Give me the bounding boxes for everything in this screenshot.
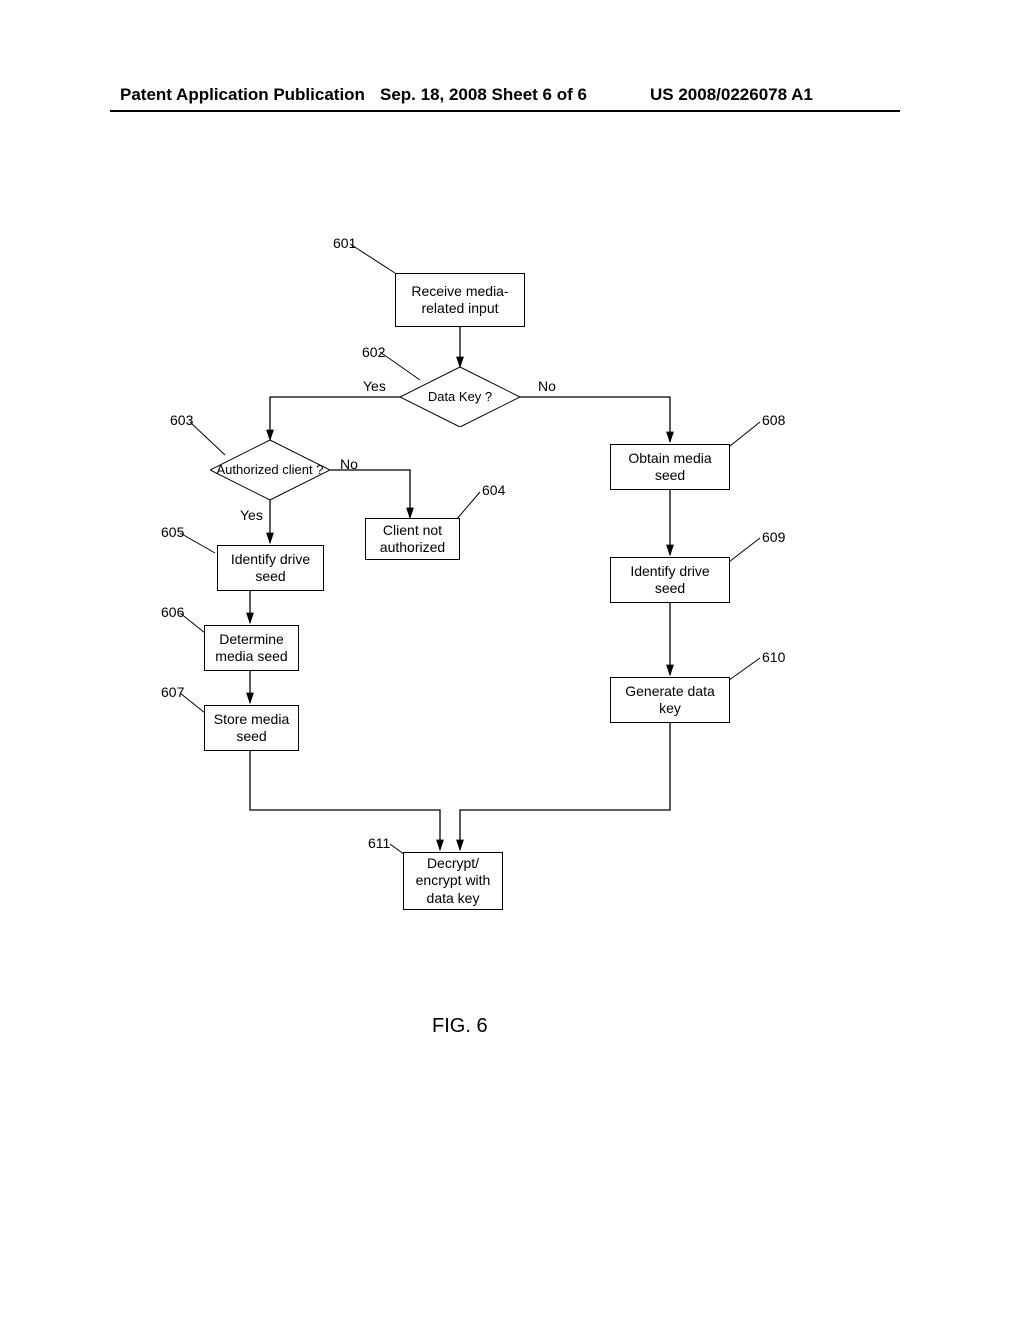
node-text: Identify drive seed bbox=[222, 551, 319, 586]
node-obtain-media-seed: Obtain media seed bbox=[610, 444, 730, 490]
ref-609: 609 bbox=[762, 529, 785, 545]
decision-authorized-client: Authorized client ? bbox=[210, 440, 330, 500]
edge-label-no: No bbox=[340, 456, 358, 472]
node-text: Decrypt/ encrypt with data key bbox=[408, 855, 498, 908]
node-decrypt-encrypt: Decrypt/ encrypt with data key bbox=[403, 852, 503, 910]
ref-607: 607 bbox=[161, 684, 184, 700]
edge-label-yes: Yes bbox=[240, 507, 263, 523]
node-text: Authorized client ? bbox=[217, 462, 324, 478]
ref-610: 610 bbox=[762, 649, 785, 665]
node-client-not-authorized: Client not authorized bbox=[365, 518, 460, 560]
ref-611: 611 bbox=[368, 835, 390, 851]
header-left: Patent Application Publication bbox=[120, 85, 365, 105]
ref-608: 608 bbox=[762, 412, 785, 428]
node-identify-drive-seed-right: Identify drive seed bbox=[610, 557, 730, 603]
node-generate-data-key: Generate data key bbox=[610, 677, 730, 723]
ref-604: 604 bbox=[482, 482, 505, 498]
ref-601: 601 bbox=[333, 235, 356, 251]
node-text: Obtain media seed bbox=[615, 450, 725, 485]
node-store-media-seed: Store media seed bbox=[204, 705, 299, 751]
node-text: Determine media seed bbox=[209, 631, 294, 666]
node-text: Identify drive seed bbox=[615, 563, 725, 598]
edge-label-no: No bbox=[538, 378, 556, 394]
node-identify-drive-seed-left: Identify drive seed bbox=[217, 545, 324, 591]
node-text: Store media seed bbox=[209, 711, 294, 746]
node-text: Receive media-related input bbox=[400, 283, 520, 318]
node-receive-media-input: Receive media-related input bbox=[395, 273, 525, 327]
figure-caption: FIG. 6 bbox=[432, 1015, 488, 1038]
ref-606: 606 bbox=[161, 604, 184, 620]
header-divider bbox=[110, 110, 900, 112]
decision-data-key: Data Key ? bbox=[400, 367, 520, 427]
node-text: Client not authorized bbox=[370, 522, 455, 557]
flowchart: Receive media-related input 601 Data Key… bbox=[150, 230, 870, 950]
header-center: Sep. 18, 2008 Sheet 6 of 6 bbox=[380, 85, 587, 105]
ref-602: 602 bbox=[362, 344, 385, 360]
node-text: Generate data key bbox=[615, 683, 725, 718]
header-right: US 2008/0226078 A1 bbox=[650, 85, 813, 105]
ref-603: 603 bbox=[170, 412, 193, 428]
ref-605: 605 bbox=[161, 524, 184, 540]
node-determine-media-seed: Determine media seed bbox=[204, 625, 299, 671]
node-text: Data Key ? bbox=[428, 389, 492, 405]
edge-label-yes: Yes bbox=[363, 378, 386, 394]
